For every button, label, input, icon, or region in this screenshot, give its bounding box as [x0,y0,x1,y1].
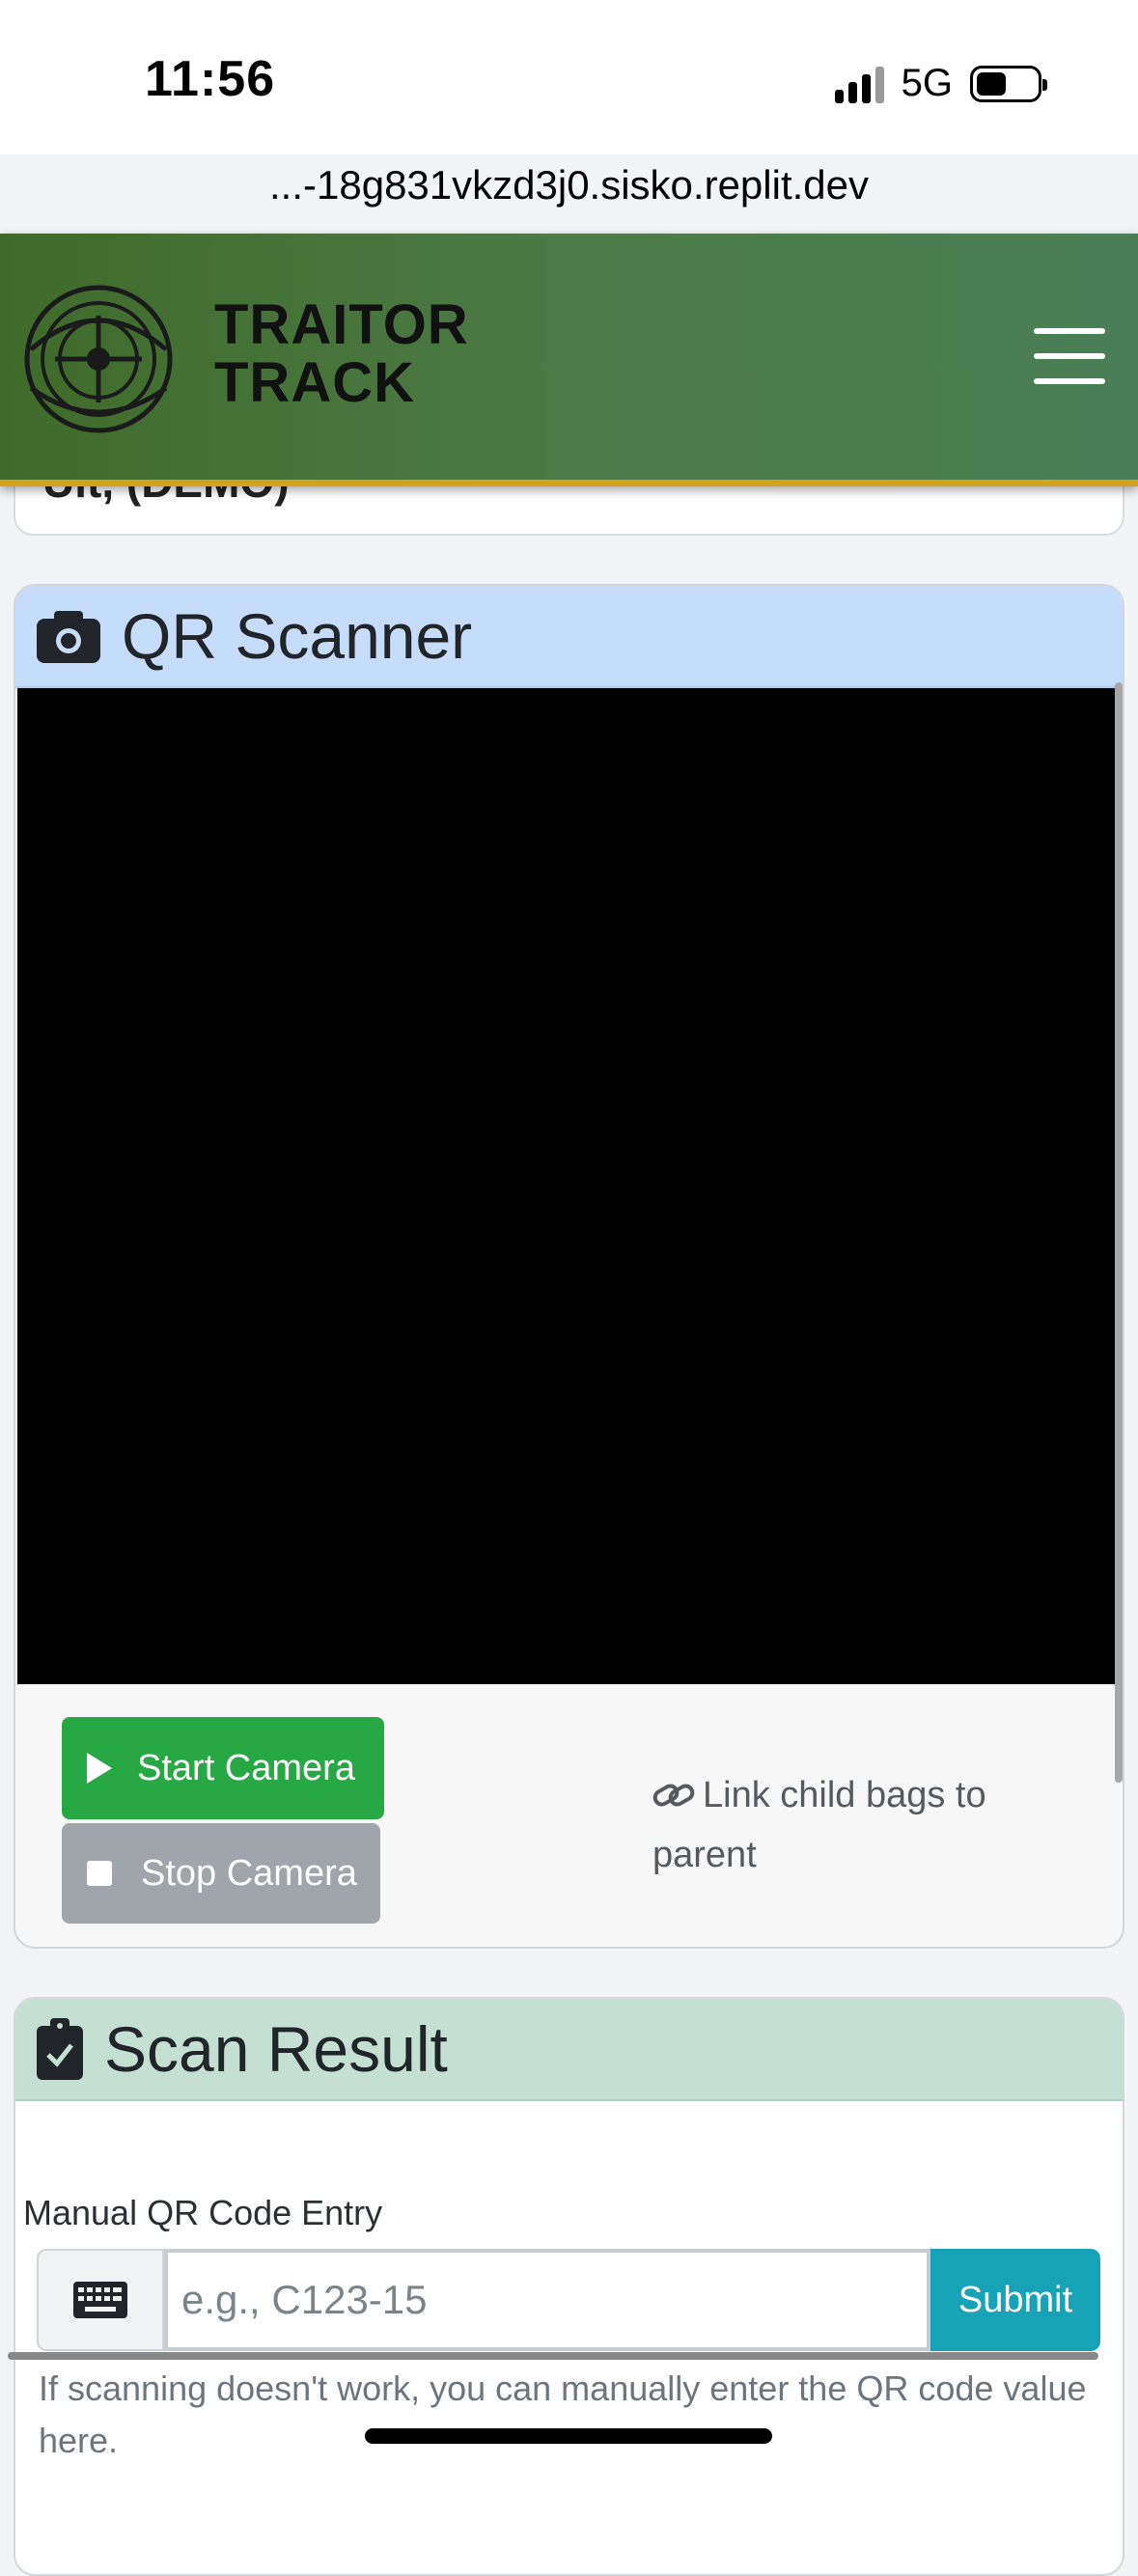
stop-camera-button[interactable]: Stop Camera [62,1823,380,1924]
keyboard-icon [73,2282,127,2318]
status-bar: 11:56 5G [0,0,1138,154]
qr-scanner-header: QR Scanner [15,586,1123,688]
status-indicators: 5G [834,62,1047,105]
home-indicator[interactable] [365,2428,772,2444]
battery-icon [970,65,1047,102]
manual-entry-help: If scanning doesn't work, you can manual… [39,2368,1087,2460]
manual-entry-label: Manual QR Code Entry [23,2193,383,2232]
stop-icon [87,1861,112,1886]
hamburger-menu-icon[interactable] [1034,328,1105,384]
horizontal-scrollbar[interactable] [8,2352,1098,2360]
brand-line-1: TRAITOR [214,293,469,356]
link-child-bags-link[interactable]: Link child bags to parent [652,1765,1058,1885]
qr-code-input[interactable] [164,2249,930,2351]
clipboard-check-icon [37,2018,83,2080]
link-child-bags-label: Link child bags to parent [652,1775,986,1875]
play-icon [87,1753,112,1784]
manual-entry-group: Submit [37,2249,1100,2351]
scan-result-header: Scan Result [15,1999,1123,2101]
camera-preview[interactable] [17,688,1121,1684]
qr-scanner-title: QR Scanner [122,600,473,672]
submit-button[interactable]: Submit [930,2249,1100,2351]
stop-camera-label: Stop Camera [141,1852,357,1894]
logo-icon[interactable] [21,282,176,436]
start-camera-label: Start Camera [137,1747,355,1788]
scrollbar[interactable] [1115,682,1123,1783]
keyboard-prefix [37,2249,164,2351]
camera-icon [37,611,100,663]
navbar: TRAITOR TRACK [0,234,1138,486]
url-bar[interactable]: ...-18g831vkzd3j0.sisko.replit.dev [0,162,1138,208]
status-time: 11:56 [145,51,276,107]
signal-icon [834,65,884,103]
brand-line-2: TRACK [214,351,415,414]
link-icon [652,1784,695,1807]
start-camera-button[interactable]: Start Camera [62,1717,384,1819]
scan-result-title: Scan Result [104,2013,448,2085]
brand-name[interactable]: TRAITOR TRACK [214,296,469,412]
network-label: 5G [901,62,953,104]
qr-scanner-card: QR Scanner Start Camera Stop Camera Link… [14,584,1124,1949]
